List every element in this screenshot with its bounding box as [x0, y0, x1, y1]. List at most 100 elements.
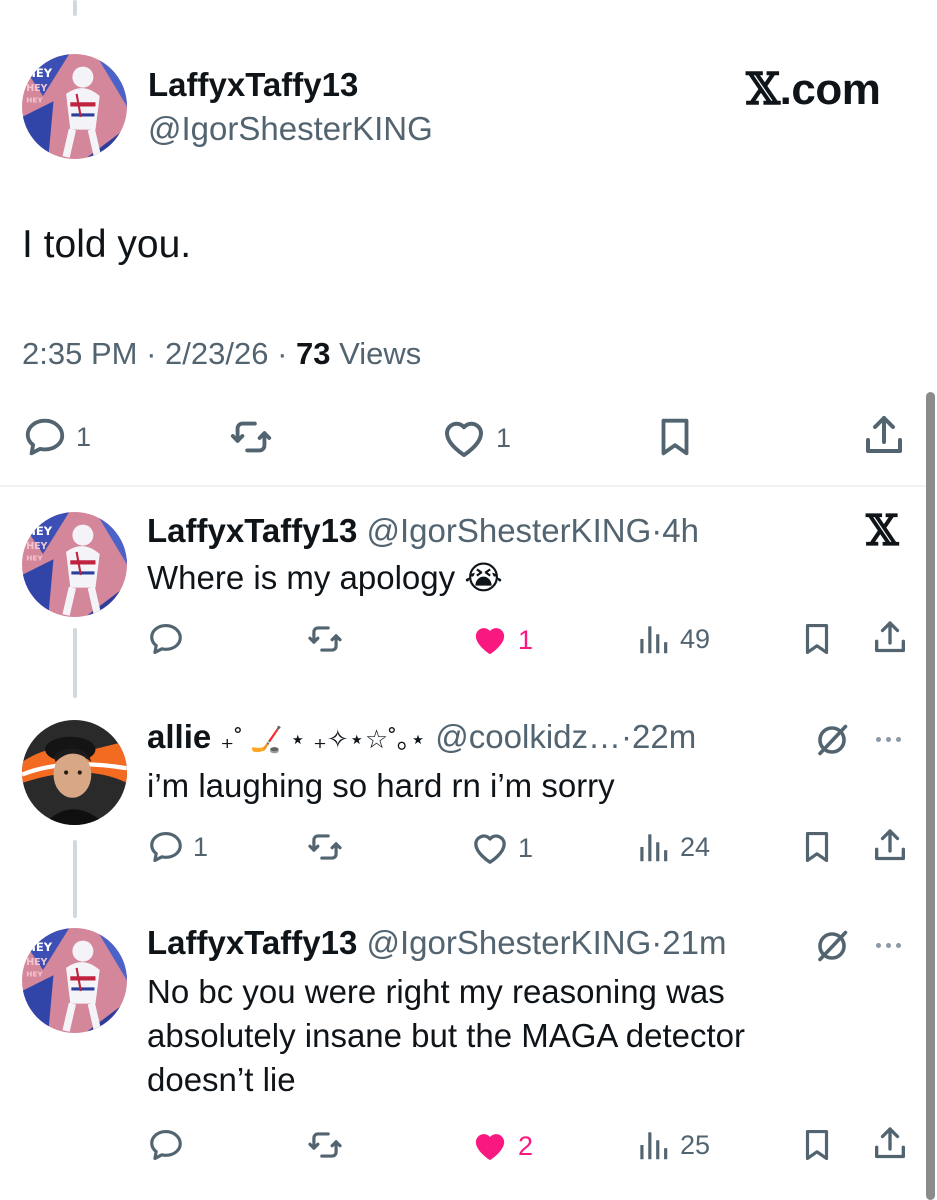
reply-text: Where is my apology 😭: [147, 559, 503, 596]
meta-separator: ·: [277, 336, 288, 371]
like-count: 1: [496, 422, 512, 453]
scrollbar[interactable]: [926, 392, 935, 1200]
reply-header: LaffyxTaffy13 @IgorShesterKING·21m: [147, 924, 726, 962]
share-icon: [875, 621, 905, 653]
thread-connector: [73, 840, 77, 918]
like-button[interactable]: 2: [470, 1126, 533, 1166]
reply-icon: [150, 623, 182, 655]
views-button[interactable]: 49: [634, 620, 710, 658]
share-button[interactable]: [870, 1124, 910, 1164]
reply-header: allie ₊˚ 🏒 ⋆ ₊✧⋆☆˚｡⋆ @coolkidz…·22m: [147, 718, 696, 756]
reply-button[interactable]: 1: [147, 828, 208, 866]
bookmark-button[interactable]: [798, 828, 836, 866]
views-button[interactable]: 24: [634, 828, 710, 866]
author-name[interactable]: allie: [147, 718, 211, 755]
heart-icon: [445, 421, 483, 457]
views-button[interactable]: 25: [634, 1126, 710, 1164]
author-name[interactable]: LaffyxTaffy13: [147, 512, 357, 549]
retweet-button[interactable]: [306, 620, 344, 658]
author-handle[interactable]: @IgorShesterKING: [148, 110, 433, 148]
share-button[interactable]: [870, 826, 910, 866]
avatar[interactable]: [22, 54, 127, 159]
thread-line-top: [73, 0, 77, 16]
reply-header: LaffyxTaffy13 @IgorShesterKING·4h: [147, 512, 699, 550]
retweet-icon: [230, 421, 272, 453]
heart-icon: [475, 1134, 505, 1161]
meta-separator: ·: [146, 336, 157, 371]
bookmark-icon: [805, 1129, 829, 1161]
author-handle[interactable]: @IgorShesterKING: [366, 512, 651, 549]
author-handle[interactable]: @IgorShesterKING: [366, 924, 651, 961]
x-logo-icon: 𝕏: [866, 506, 899, 555]
bookmark-button[interactable]: [798, 1126, 836, 1164]
tweet-date[interactable]: 2/23/26: [165, 336, 268, 371]
author-handle[interactable]: @coolkidz…: [435, 718, 621, 755]
tweet-text: I told you.: [22, 223, 192, 266]
author-name[interactable]: LaffyxTaffy13: [147, 924, 357, 961]
reply-count: 1: [76, 421, 92, 452]
views-label: Views: [339, 336, 422, 371]
retweet-button[interactable]: [306, 1126, 344, 1164]
reply-icon: [25, 418, 65, 456]
reply-icon: [150, 1129, 182, 1161]
share-icon: [875, 1127, 905, 1159]
reply-time[interactable]: 4h: [662, 512, 699, 549]
avatar[interactable]: [22, 512, 127, 617]
avatar[interactable]: [22, 928, 127, 1033]
like-count: 1: [518, 832, 534, 863]
retweet-button[interactable]: [306, 828, 344, 866]
avatar[interactable]: [22, 720, 127, 825]
reply-time[interactable]: 22m: [632, 718, 696, 755]
tweet-time[interactable]: 2:35 PM: [22, 336, 137, 371]
divider: [0, 485, 926, 487]
views-icon: [640, 626, 668, 654]
tweet-meta: 2:35 PM · 2/23/26 · 73 Views: [22, 336, 421, 372]
share-button[interactable]: [870, 618, 910, 658]
retweet-button[interactable]: [228, 414, 274, 460]
like-button[interactable]: 1: [470, 828, 533, 868]
bookmark-button[interactable]: [652, 414, 698, 460]
retweet-icon: [308, 834, 342, 860]
x-logo-icon: 𝕏: [746, 64, 780, 115]
thread-connector: [73, 628, 77, 698]
like-button[interactable]: 1: [440, 414, 511, 462]
meta-separator: ·: [651, 512, 663, 549]
heart-icon: [475, 628, 505, 655]
author-name[interactable]: LaffyxTaffy13: [148, 66, 358, 104]
like-count: 2: [518, 1130, 534, 1161]
meta-separator: ·: [651, 924, 663, 961]
more-options-button[interactable]: [876, 737, 901, 742]
views-count: 49: [680, 623, 711, 654]
x-com-logo: 𝕏.com: [746, 64, 881, 115]
share-button[interactable]: [860, 412, 908, 460]
bookmark-icon: [805, 623, 829, 655]
bookmark-button[interactable]: [798, 620, 836, 658]
views-count: 73: [296, 336, 331, 371]
like-button[interactable]: 1: [470, 620, 533, 660]
views-icon: [640, 1132, 668, 1160]
more-options-button[interactable]: [876, 943, 901, 948]
reply-button[interactable]: 1: [22, 414, 91, 460]
views-count: 24: [680, 831, 711, 862]
share-icon: [866, 416, 902, 453]
views-count: 25: [680, 1129, 711, 1160]
views-icon: [640, 834, 668, 862]
reply-button[interactable]: [147, 1126, 185, 1164]
reply-button[interactable]: [147, 620, 185, 658]
reply-icon: [150, 831, 182, 863]
grok-icon[interactable]: [814, 928, 850, 969]
reply-time[interactable]: 21m: [662, 924, 726, 961]
reply-text: i’m laughing so hard rn i’m sorry: [147, 767, 615, 804]
meta-separator: ·: [621, 718, 633, 755]
x-com-site: .com: [779, 65, 881, 114]
grok-icon[interactable]: [814, 722, 850, 763]
retweet-icon: [308, 626, 342, 652]
bookmark-icon: [661, 418, 689, 456]
reply-text: No bc you were right my reasoning was ab…: [147, 973, 746, 1098]
like-count: 1: [518, 624, 534, 655]
reply-count: 1: [193, 831, 209, 862]
retweet-icon: [308, 1132, 342, 1158]
share-icon: [875, 829, 905, 861]
author-name-decor: ₊˚ 🏒 ⋆ ₊✧⋆☆˚｡⋆: [220, 724, 427, 754]
bookmark-icon: [805, 831, 829, 863]
